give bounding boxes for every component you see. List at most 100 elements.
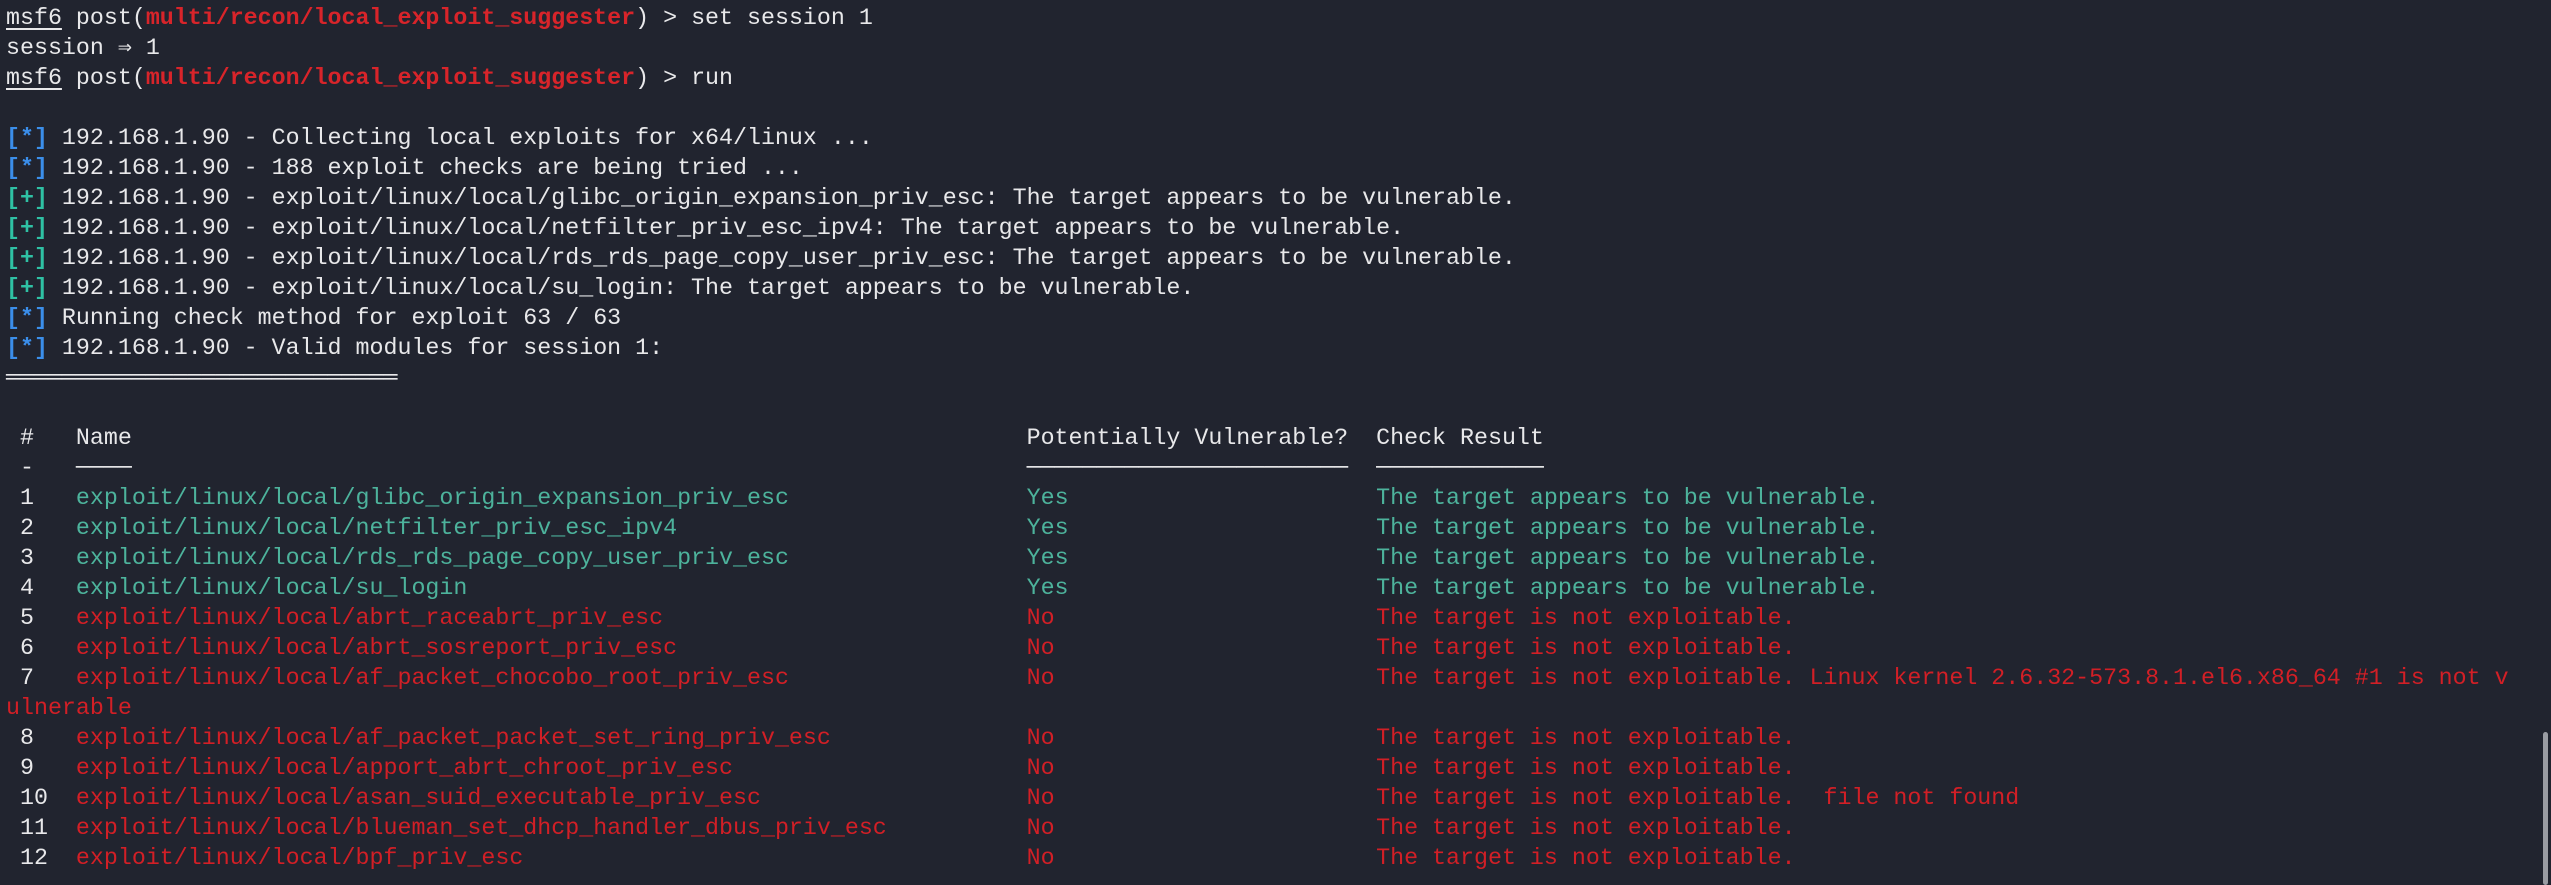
header-rule: ──────────── bbox=[1376, 455, 1544, 481]
terminal-output[interactable]: msf6 post(multi/recon/local_exploit_sugg… bbox=[6, 3, 2522, 873]
module-name: exploit/linux/local/bpf_priv_esc bbox=[75, 845, 524, 871]
results-table: # Name Potentially Vulnerable? Check Res… bbox=[6, 423, 2522, 873]
log-line: [+] 192.168.1.90 - exploit/linux/local/g… bbox=[6, 183, 2522, 213]
scrollbar[interactable] bbox=[2543, 732, 2548, 885]
prompt-line: msf6 post(multi/recon/local_exploit_sugg… bbox=[6, 65, 734, 91]
log-output: [*] 192.168.1.90 - Collecting local expl… bbox=[6, 123, 2522, 363]
row-number: 11 bbox=[19, 815, 48, 841]
vulnerable-status: Yes bbox=[1026, 545, 1069, 571]
vulnerable-status: No bbox=[1026, 605, 1055, 631]
check-result: The target is not exploitable. bbox=[1376, 815, 1796, 841]
row-number: 3 bbox=[19, 545, 34, 571]
module-name: exploit/linux/local/blueman_set_dhcp_han… bbox=[75, 815, 887, 841]
check-result: The target is not exploitable. bbox=[1376, 725, 1796, 751]
module-name: exploit/linux/local/netfilter_priv_esc_i… bbox=[75, 515, 678, 541]
vulnerable-status: No bbox=[1026, 725, 1055, 751]
check-result: The target appears to be vulnerable. bbox=[1376, 545, 1880, 571]
vulnerable-status: Yes bbox=[1026, 515, 1069, 541]
table-row: 6 exploit/linux/local/abrt_sosreport_pri… bbox=[6, 633, 2522, 663]
prompt-shell: msf6 bbox=[6, 65, 62, 91]
table-row: 4 exploit/linux/local/su_login Yes The t… bbox=[6, 573, 2522, 603]
row-number: 6 bbox=[19, 635, 34, 661]
vulnerable-status: No bbox=[1026, 635, 1055, 661]
log-line: [*] 192.168.1.90 - Valid modules for ses… bbox=[6, 333, 2522, 363]
check-result: The target is not exploitable. bbox=[1376, 635, 1796, 661]
table-row: 7 exploit/linux/local/af_packet_chocobo_… bbox=[6, 663, 2522, 723]
row-number: 1 bbox=[19, 485, 34, 511]
vulnerable-status: Yes bbox=[1026, 575, 1069, 601]
prompt-line: msf6 post(multi/recon/local_exploit_sugg… bbox=[6, 5, 873, 31]
log-text: 192.168.1.90 - exploit/linux/local/rds_r… bbox=[47, 245, 1516, 271]
module-name: exploit/linux/local/af_packet_chocobo_ro… bbox=[75, 665, 789, 691]
check-result: The target is not exploitable. bbox=[1376, 605, 1796, 631]
check-result: The target appears to be vulnerable. bbox=[1376, 515, 1880, 541]
module-name: exploit/linux/local/su_login bbox=[75, 575, 468, 601]
row-number: 4 bbox=[19, 575, 34, 601]
command: run bbox=[691, 65, 734, 91]
module-name: exploit/linux/local/glibc_origin_expansi… bbox=[75, 485, 789, 511]
header-rule: ─────────────────────── bbox=[1026, 455, 1349, 481]
module-name: exploit/linux/local/apport_abrt_chroot_p… bbox=[75, 755, 734, 781]
vulnerable-status: No bbox=[1026, 755, 1055, 781]
log-line: [*] 192.168.1.90 - 188 exploit checks ar… bbox=[6, 153, 2522, 183]
log-text: 192.168.1.90 - Valid modules for session… bbox=[47, 335, 664, 361]
log-text: 192.168.1.90 - Collecting local exploits… bbox=[47, 125, 873, 151]
check-result: The target is not exploitable. file not … bbox=[1376, 785, 2020, 811]
vulnerable-status: No bbox=[1026, 785, 1055, 811]
row-number: 7 bbox=[19, 665, 34, 691]
log-text: 192.168.1.90 - exploit/linux/local/glibc… bbox=[47, 185, 1516, 211]
table-row: # Name Potentially Vulnerable? Check Res… bbox=[6, 423, 2522, 453]
vulnerable-status: Yes bbox=[1026, 485, 1069, 511]
prompt-shell: msf6 bbox=[6, 5, 62, 31]
row-number: 12 bbox=[19, 845, 48, 871]
check-result: The target is not exploitable. bbox=[1376, 845, 1796, 871]
header-result: Check Result bbox=[1376, 425, 1544, 451]
info-marker: [*] bbox=[6, 305, 48, 331]
command: set session 1 bbox=[691, 5, 873, 31]
prompt-module: multi/recon/local_exploit_suggester bbox=[145, 65, 636, 91]
log-line: [+] 192.168.1.90 - exploit/linux/local/s… bbox=[6, 273, 2522, 303]
success-marker: [+] bbox=[6, 215, 48, 241]
module-name: exploit/linux/local/rds_rds_page_copy_us… bbox=[75, 545, 789, 571]
table-row: - ──── ─────────────────────── ─────────… bbox=[6, 453, 2522, 483]
success-marker: [+] bbox=[6, 245, 48, 271]
module-name: exploit/linux/local/af_packet_packet_set… bbox=[75, 725, 831, 751]
vulnerable-status: No bbox=[1026, 665, 1055, 691]
header-rule: ──── bbox=[75, 455, 132, 481]
prompt-type: post bbox=[75, 65, 132, 91]
prompt-type: post bbox=[75, 5, 132, 31]
vulnerable-status: No bbox=[1026, 845, 1055, 871]
check-result: The target appears to be vulnerable. bbox=[1376, 575, 1880, 601]
log-line: [+] 192.168.1.90 - exploit/linux/local/n… bbox=[6, 213, 2522, 243]
row-number: 5 bbox=[19, 605, 34, 631]
log-text: Running check method for exploit 63 / 63 bbox=[47, 305, 622, 331]
prompt-arrow: > bbox=[649, 65, 692, 91]
table-row: 2 exploit/linux/local/netfilter_priv_esc… bbox=[6, 513, 2522, 543]
table-row: 10 exploit/linux/local/asan_suid_executa… bbox=[6, 783, 2522, 813]
success-marker: [+] bbox=[6, 185, 48, 211]
row-number: 9 bbox=[19, 755, 34, 781]
prompt-module: multi/recon/local_exploit_suggester bbox=[145, 5, 636, 31]
command-output: session ⇒ 1 bbox=[6, 35, 160, 61]
info-marker: [*] bbox=[6, 155, 48, 181]
info-marker: [*] bbox=[6, 335, 48, 361]
header-name: Name bbox=[75, 425, 132, 451]
row-number: 2 bbox=[19, 515, 34, 541]
success-marker: [+] bbox=[6, 275, 48, 301]
module-name: exploit/linux/local/abrt_raceabrt_priv_e… bbox=[75, 605, 664, 631]
log-text: 192.168.1.90 - exploit/linux/local/su_lo… bbox=[47, 275, 1195, 301]
check-result: The target appears to be vulnerable. bbox=[1376, 485, 1880, 511]
check-result: The target is not exploitable. bbox=[1376, 755, 1796, 781]
table-row: 5 exploit/linux/local/abrt_raceabrt_priv… bbox=[6, 603, 2522, 633]
log-line: [*] 192.168.1.90 - Collecting local expl… bbox=[6, 123, 2522, 153]
log-line: [+] 192.168.1.90 - exploit/linux/local/r… bbox=[6, 243, 2522, 273]
module-name: exploit/linux/local/asan_suid_executable… bbox=[75, 785, 761, 811]
module-name: exploit/linux/local/abrt_sosreport_priv_… bbox=[75, 635, 678, 661]
log-text: 192.168.1.90 - exploit/linux/local/netfi… bbox=[47, 215, 1405, 241]
table-row: 11 exploit/linux/local/blueman_set_dhcp_… bbox=[6, 813, 2522, 843]
table-row: 8 exploit/linux/local/af_packet_packet_s… bbox=[6, 723, 2522, 753]
row-number: 8 bbox=[19, 725, 34, 751]
header-rule: - bbox=[19, 455, 34, 481]
